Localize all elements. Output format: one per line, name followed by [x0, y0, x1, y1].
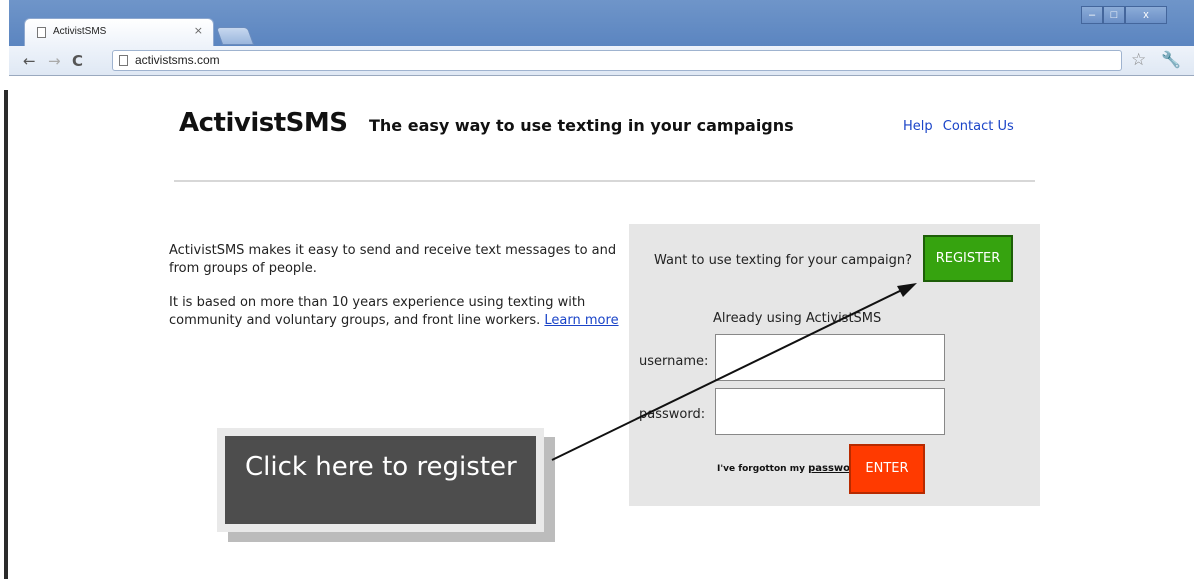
window-frame	[4, 90, 8, 579]
address-bar[interactable]: activistsms.com	[112, 50, 1122, 71]
reload-icon[interactable]: C	[72, 52, 83, 70]
username-input[interactable]	[715, 334, 945, 381]
browser-tab[interactable]: ActivistSMS ×	[24, 18, 214, 46]
intro-text: ActivistSMS makes it easy to send and re…	[169, 242, 619, 346]
login-panel: Want to use texting for your campaign? R…	[629, 224, 1040, 506]
url-text: activistsms.com	[135, 53, 220, 67]
forgot-password: I've forgotton my password	[717, 463, 862, 474]
username-label: username:	[639, 354, 709, 369]
intro-paragraph: It is based on more than 10 years experi…	[169, 294, 619, 330]
password-label: password:	[639, 407, 706, 422]
register-callout: Click here to register	[225, 436, 536, 524]
intro-paragraph: ActivistSMS makes it easy to send and re…	[169, 243, 617, 276]
tab-close-icon[interactable]: ×	[194, 24, 203, 37]
page-icon	[119, 55, 128, 66]
wrench-icon[interactable]: 🔧	[1161, 50, 1181, 69]
register-button[interactable]: REGISTER	[923, 235, 1013, 282]
callout-text: Click here to register	[245, 452, 517, 482]
bookmark-star-icon[interactable]: ☆	[1131, 50, 1146, 70]
header-divider	[174, 180, 1035, 182]
intro-paragraph-text: It is based on more than 10 years experi…	[169, 295, 586, 328]
contact-us-link[interactable]: Contact Us	[943, 119, 1014, 134]
page-icon	[37, 27, 46, 38]
forward-icon[interactable]: →	[48, 52, 61, 70]
header-links: Help Contact Us	[903, 119, 1020, 134]
browser-toolbar: ← → C activistsms.com	[9, 46, 1194, 76]
site-logo[interactable]: ActivistSMS	[179, 108, 348, 138]
password-input[interactable]	[715, 388, 945, 435]
back-icon[interactable]: ←	[23, 52, 36, 70]
minimize-button[interactable]: –	[1081, 6, 1103, 24]
maximize-button[interactable]: □	[1103, 6, 1125, 24]
register-prompt: Want to use texting for your campaign?	[654, 253, 913, 268]
browser-titlebar: ActivistSMS × – □ x	[9, 0, 1194, 46]
new-tab-button[interactable]	[215, 27, 255, 45]
help-link[interactable]: Help	[903, 119, 933, 134]
learn-more-link[interactable]: Learn more	[544, 313, 618, 328]
forgot-password-text: I've forgotton my	[717, 464, 805, 474]
enter-button[interactable]: ENTER	[849, 444, 925, 494]
site-tagline: The easy way to use texting in your camp…	[369, 116, 794, 135]
login-heading: Already using ActivistSMS	[713, 311, 882, 326]
tab-title: ActivistSMS	[53, 26, 107, 37]
window-left-edge	[0, 0, 9, 579]
close-window-button[interactable]: x	[1125, 6, 1167, 24]
